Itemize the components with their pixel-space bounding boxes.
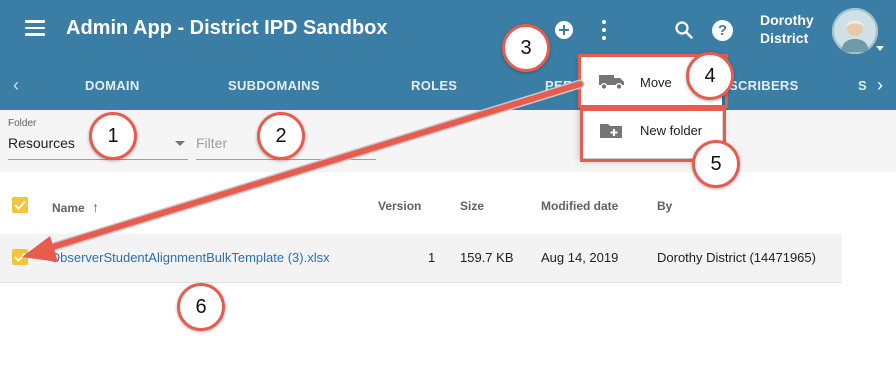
callout-badge-1: 1	[89, 112, 137, 160]
callout-badge-4: 4	[686, 52, 734, 100]
callout-badge-5: 5	[692, 140, 740, 188]
callout-badge-6: 6	[177, 283, 225, 331]
callout-badge-2: 2	[257, 112, 305, 160]
callout-arrow	[22, 79, 585, 262]
callout-badge-3: 3	[502, 24, 550, 72]
